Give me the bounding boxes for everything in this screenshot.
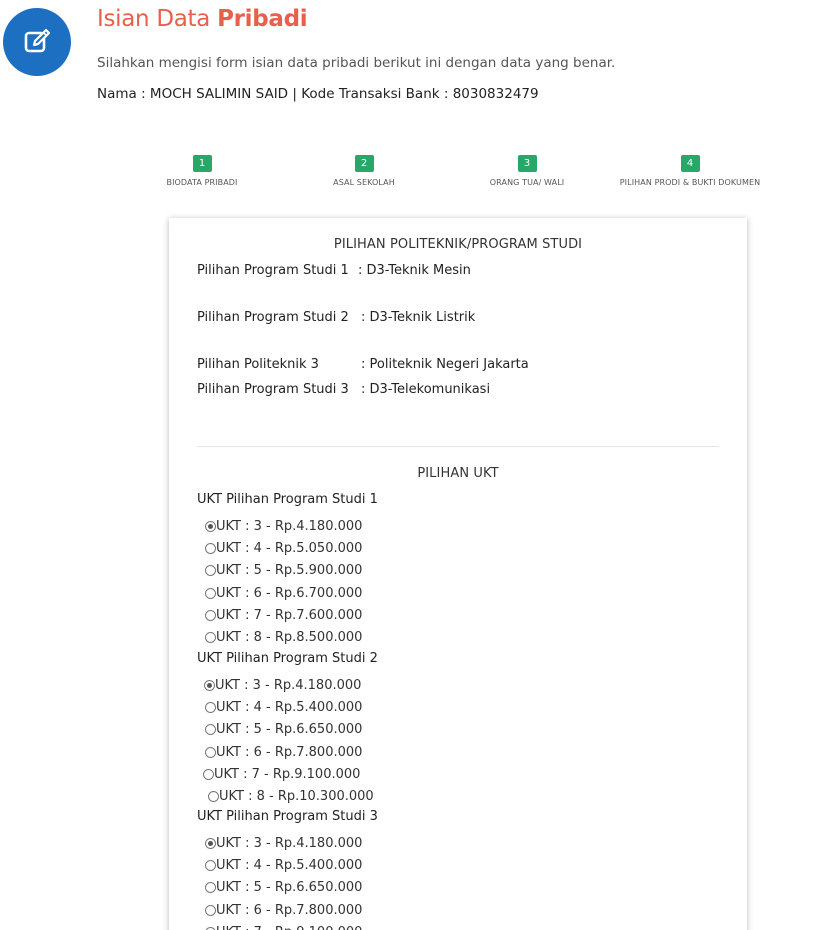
- step-label: BIODATA PRIBADI: [166, 178, 238, 187]
- page-subtitle: Silahkan mengisi form isian data pribadi…: [97, 55, 616, 71]
- ukt-option-label: UKT : 6 - Rp.7.800.000: [216, 902, 363, 918]
- ukt-option[interactable]: UKT : 5 - Rp.6.650.000: [205, 880, 362, 895]
- ukt-option-label: UKT : 4 - Rp.5.400.000: [216, 700, 363, 716]
- choice-row-prodi-2: Pilihan Program Studi 2 : D3-Teknik List…: [197, 310, 475, 325]
- ukt-option[interactable]: UKT : 8 - Rp.8.500.000: [205, 630, 362, 645]
- ukt-radio[interactable]: [205, 702, 216, 714]
- step-label: ASAL SEKOLAH: [333, 178, 395, 187]
- choice-row-politeknik-3: Pilihan Politeknik 3 : Politeknik Negeri…: [197, 357, 529, 372]
- ukt-option[interactable]: UKT : 3 - Rp.4.180.000: [205, 836, 362, 851]
- ukt-option-label: UKT : 8 - Rp.10.300.000: [219, 789, 374, 804]
- page-title: Isian Data Pribadi: [97, 6, 308, 32]
- ukt-option-label: UKT : 5 - Rp.6.650.000: [216, 722, 363, 738]
- edit-form-icon-badge: [3, 8, 71, 76]
- applicant-info: Nama : MOCH SALIMIN SAID | Kode Transaks…: [97, 86, 539, 102]
- step-number: 2: [354, 155, 374, 172]
- section-divider: [197, 446, 719, 447]
- field-value: : D3-Teknik Listrik: [361, 310, 476, 325]
- ukt-radio[interactable]: [208, 791, 219, 802]
- step-asal-sekolah[interactable]: 2 ASAL SEKOLAH: [274, 151, 454, 187]
- ukt-radio[interactable]: [205, 860, 216, 872]
- field-value: : D3-Teknik Mesin: [358, 263, 471, 278]
- ukt-option[interactable]: UKT : 7 - Rp.9.100.000: [205, 925, 362, 930]
- field-label: Pilihan Politeknik 3: [197, 357, 319, 372]
- ukt-option-label: UKT : 3 - Rp.4.180.000: [216, 519, 363, 534]
- field-label: Pilihan Program Studi 3: [197, 382, 349, 397]
- ukt-option-label: UKT : 8 - Rp.8.500.000: [216, 630, 363, 645]
- ukt-radio[interactable]: [204, 680, 215, 691]
- ukt-option[interactable]: UKT : 6 - Rp.6.700.000: [205, 586, 362, 601]
- step-number: 4: [680, 155, 700, 172]
- ukt-option[interactable]: UKT : 7 - Rp.9.100.000: [203, 767, 360, 782]
- ukt-radio[interactable]: [205, 882, 216, 894]
- ukt-radio[interactable]: [205, 838, 216, 849]
- step-number: 1: [192, 155, 212, 172]
- step-number: 3: [517, 155, 537, 172]
- ukt-option-label: UKT : 7 - Rp.7.600.000: [216, 607, 363, 623]
- ukt-option-label: UKT : 5 - Rp.6.650.000: [216, 880, 363, 896]
- ukt-option-label: UKT : 4 - Rp.5.050.000: [216, 541, 363, 557]
- form-card: PILIHAN POLITEKNIK/PROGRAM STUDI Pilihan…: [169, 218, 747, 930]
- step-biodata[interactable]: 1 BIODATA PRIBADI: [112, 151, 292, 187]
- edit-icon: [24, 28, 51, 53]
- field-label: Pilihan Program Studi 2: [197, 310, 349, 325]
- ukt-radio[interactable]: [205, 543, 216, 555]
- choice-row-prodi-1: Pilihan Program Studi 1 : D3-Teknik Mesi…: [197, 263, 471, 278]
- step-pilihan-prodi[interactable]: 4 PILIHAN PRODI & BUKTI DOKUMEN: [600, 151, 780, 187]
- ukt-option[interactable]: UKT : 6 - Rp.7.800.000: [205, 903, 362, 918]
- ukt-option-label: UKT : 3 - Rp.4.180.000: [216, 836, 363, 851]
- field-value: : Politeknik Negeri Jakarta: [361, 357, 529, 372]
- ukt-radio[interactable]: [205, 746, 216, 758]
- ukt-option[interactable]: UKT : 5 - Rp.5.900.000: [205, 563, 362, 578]
- ukt-section-title: PILIHAN UKT: [417, 466, 499, 481]
- ukt-radio[interactable]: [205, 724, 216, 736]
- ukt-option[interactable]: UKT : 6 - Rp.7.800.000: [205, 745, 362, 760]
- ukt-option[interactable]: UKT : 7 - Rp.7.600.000: [205, 608, 362, 623]
- field-label: Pilihan Program Studi 1: [197, 263, 349, 278]
- ukt-radio[interactable]: [205, 632, 216, 643]
- ukt-radio[interactable]: [205, 565, 216, 577]
- choices-section-title: PILIHAN POLITEKNIK/PROGRAM STUDI: [333, 237, 583, 252]
- page-title-bold: Pribadi: [217, 6, 308, 32]
- ukt-option[interactable]: UKT : 3 - Rp.4.180.000: [205, 519, 362, 534]
- ukt-option-label: UKT : 4 - Rp.5.400.000: [216, 858, 363, 874]
- ukt-option-label: UKT : 7 - Rp.9.100.000: [214, 766, 361, 782]
- ukt-option[interactable]: UKT : 4 - Rp.5.050.000: [205, 541, 362, 556]
- ukt-radio[interactable]: [205, 587, 216, 599]
- ukt-radio[interactable]: [205, 521, 216, 532]
- ukt-option[interactable]: UKT : 5 - Rp.6.650.000: [205, 722, 362, 737]
- field-value: : D3-Telekomunikasi: [361, 382, 491, 397]
- choice-row-prodi-3: Pilihan Program Studi 3 : D3-Telekomunik…: [197, 382, 490, 397]
- form-steps: 1 BIODATA PRIBADI 2 ASAL SEKOLAH 3 ORANG…: [0, 151, 826, 191]
- ukt-option-label: UKT : 3 - Rp.4.180.000: [215, 678, 362, 693]
- ukt-group-title: UKT Pilihan Program Studi 2: [197, 651, 378, 666]
- ukt-option[interactable]: UKT : 8 - Rp.10.300.000: [208, 789, 374, 804]
- ukt-option-label: UKT : 6 - Rp.7.800.000: [216, 744, 363, 760]
- ukt-radio[interactable]: [203, 768, 214, 780]
- ukt-group-title: UKT Pilihan Program Studi 3: [197, 809, 378, 824]
- ukt-option-label: UKT : 6 - Rp.6.700.000: [216, 585, 363, 601]
- ukt-option-label: UKT : 7 - Rp.9.100.000: [216, 925, 362, 930]
- step-orang-tua[interactable]: 3 ORANG TUA/ WALI: [437, 151, 617, 187]
- ukt-group-title: UKT Pilihan Program Studi 1: [197, 492, 378, 507]
- ukt-radio[interactable]: [205, 609, 216, 621]
- step-label: PILIHAN PRODI & BUKTI DOKUMEN: [619, 178, 761, 187]
- page-title-light: Isian Data: [97, 6, 211, 32]
- ukt-option[interactable]: UKT : 4 - Rp.5.400.000: [205, 858, 362, 873]
- step-label: ORANG TUA/ WALI: [489, 178, 565, 187]
- ukt-option[interactable]: UKT : 4 - Rp.5.400.000: [205, 700, 362, 715]
- ukt-option[interactable]: UKT : 3 - Rp.4.180.000: [204, 678, 361, 693]
- ukt-radio[interactable]: [205, 904, 216, 916]
- ukt-option-label: UKT : 5 - Rp.5.900.000: [216, 563, 363, 579]
